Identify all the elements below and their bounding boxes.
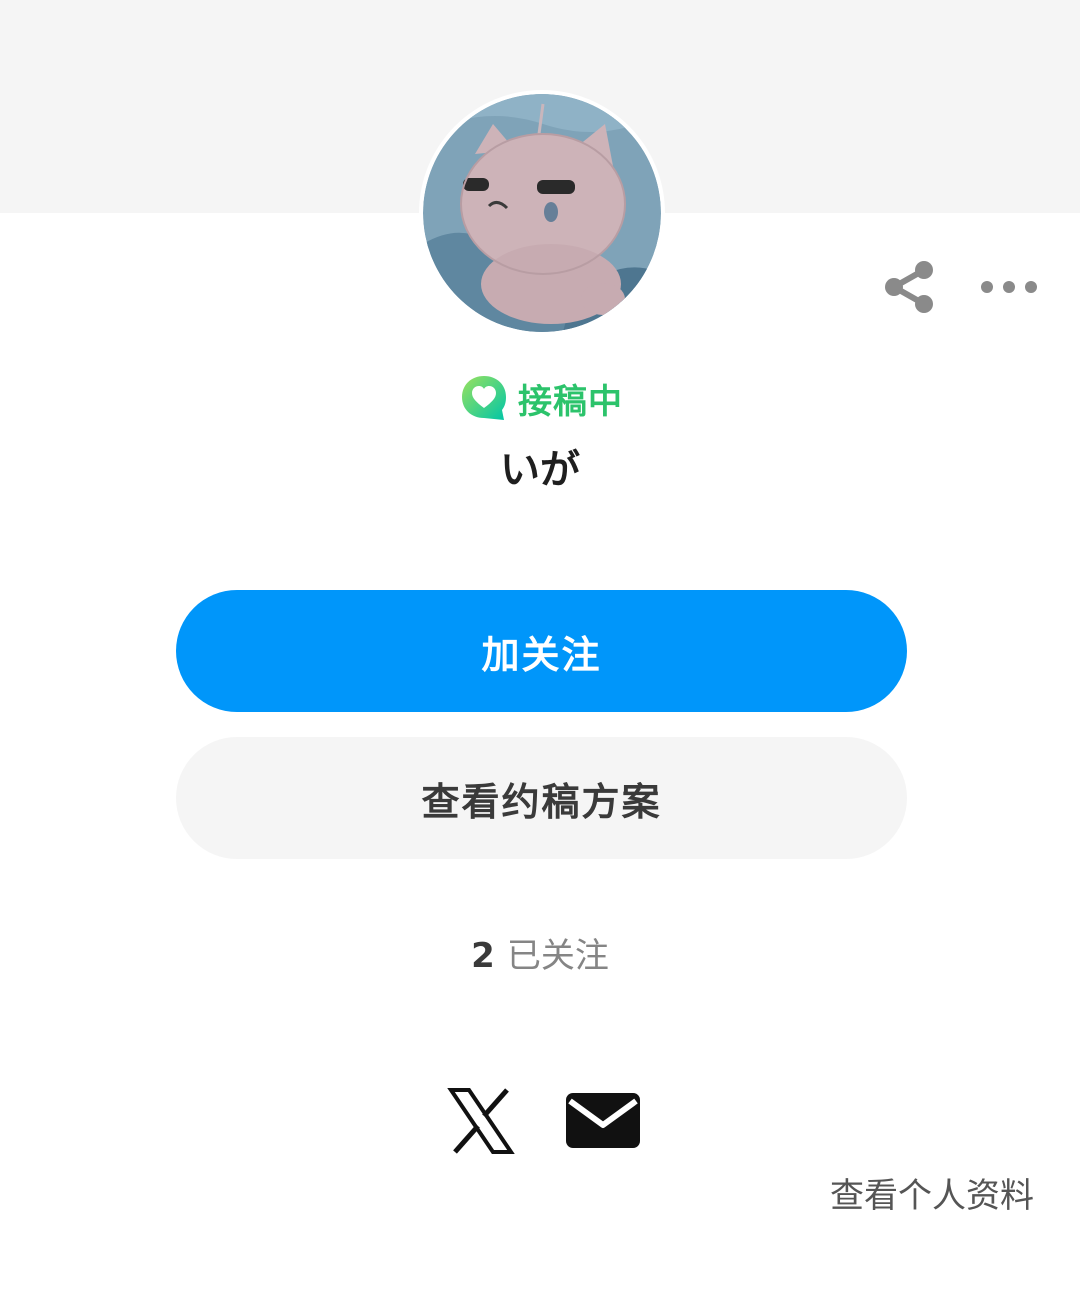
more-horizontal-icon[interactable] [978,270,1040,304]
request-heart-bubble-icon [462,376,506,420]
commission-status-badge[interactable]: 接稿中 [458,372,623,424]
username: いが [500,447,580,493]
avatar-image [423,94,661,332]
share-icon[interactable] [882,259,936,315]
following-stats[interactable]: 2 已关注 [0,928,1080,984]
view-commission-plans-button[interactable]: 查看约稿方案 [176,737,907,859]
x-logo-icon[interactable] [447,1086,515,1156]
following-label: 已关注 [506,936,609,976]
avatar[interactable] [419,90,665,336]
following-count: 2 [471,936,495,976]
view-profile-link[interactable]: 查看个人资料 [830,1170,1034,1222]
commission-status-text: 接稿中 [518,381,623,422]
follow-button[interactable]: 加关注 [176,590,907,712]
mail-icon[interactable] [564,1091,642,1150]
